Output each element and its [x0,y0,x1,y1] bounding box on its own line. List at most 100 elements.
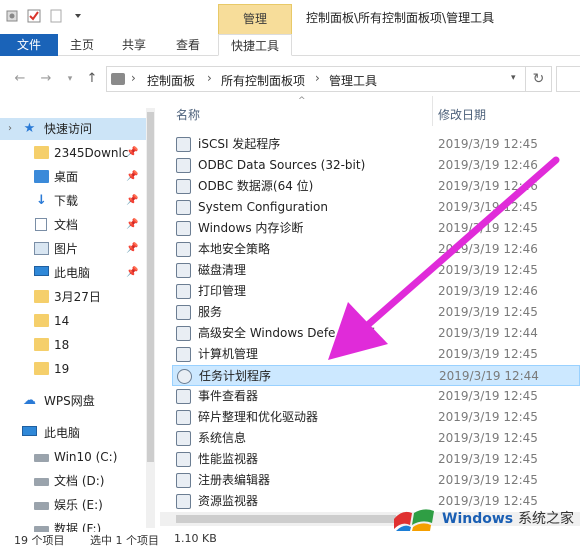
tab-view[interactable]: 查看 [160,34,216,56]
nav-item-18[interactable]: 18 [0,334,150,356]
download-icon: ↓ [36,193,47,208]
watermark-brand: Windows [442,511,514,527]
file-name: System Configuration [198,200,328,214]
computer-icon [34,266,49,276]
context-tab-manage[interactable]: 管理 [218,4,292,34]
nav-item-drive-e[interactable]: 娱乐 (E:) [0,494,150,516]
windows-logo-icon [394,509,434,531]
file-date: 2019/3/19 12:45 [438,410,538,424]
column-header-name[interactable]: 名称 [176,106,200,123]
list-item[interactable]: 本地安全策略 2019/3/19 12:46 [172,239,580,260]
nav-scrollbar-thumb[interactable] [147,112,154,462]
sort-ascending-icon[interactable]: ^ [298,96,306,106]
nav-item-label: 娱乐 (E:) [54,498,103,512]
search-input[interactable] [556,66,580,92]
nav-item-quick-access[interactable]: › ★ 快速访问 [0,118,150,140]
new-folder-icon[interactable] [48,8,64,24]
nav-item-drive-d[interactable]: 文档 (D:) [0,470,150,492]
refresh-icon[interactable]: ↻ [526,66,552,92]
breadcrumb-separator-icon[interactable]: › [207,71,212,85]
list-item[interactable]: iSCSI 发起程序 2019/3/19 12:45 [172,134,580,155]
pin-icon[interactable]: 📌 [126,238,138,260]
breadcrumb-separator-icon[interactable]: › [315,71,320,85]
nav-item-pictures[interactable]: 图片 📌 [0,238,150,260]
column-divider[interactable] [432,96,433,126]
tab-shortcut-tools[interactable]: 快捷工具 [218,34,292,56]
horizontal-scrollbar-thumb[interactable] [176,515,396,523]
tab-home[interactable]: 主页 [58,34,106,56]
nav-item-14[interactable]: 14 [0,310,150,332]
list-item-selected[interactable]: 任务计划程序 2019/3/19 12:44 [172,365,580,386]
breadcrumb-all-items[interactable]: 所有控制面板项 [221,72,305,89]
list-item[interactable]: 磁盘清理 2019/3/19 12:45 [172,260,580,281]
nav-item-19[interactable]: 19 [0,358,150,380]
column-header-date[interactable]: 修改日期 [438,106,486,123]
pin-icon[interactable]: 📌 [126,214,138,236]
list-item[interactable]: 注册表编辑器 2019/3/19 12:45 [172,470,580,491]
print-management-icon [176,284,191,299]
desktop-folder-icon [34,170,49,183]
nav-item-2345download[interactable]: 2345Downlc 📌 [0,142,150,164]
back-arrow-icon[interactable]: ← [12,70,28,88]
pin-icon[interactable]: 📌 [126,262,138,284]
up-arrow-icon[interactable]: ↑ [84,70,100,88]
watermark-text: Windows 系统之家 [442,508,574,528]
customize-toolbar-icon[interactable] [70,8,86,24]
nav-item-drive-f[interactable]: 数据 (F:) [0,518,150,532]
nav-item-this-pc[interactable]: 此电脑 [0,422,150,444]
breadcrumb-separator-icon[interactable]: › [131,71,136,85]
nav-item-downloads[interactable]: ↓ 下载 📌 [0,190,150,212]
nav-item-wps-cloud[interactable]: ☁ WPS网盘 [0,390,150,412]
list-item[interactable]: 碎片整理和优化驱动器 2019/3/19 12:45 [172,407,580,428]
nav-item-label: 文档 [54,218,79,232]
registry-editor-icon [176,473,191,488]
list-item[interactable]: 系统信息 2019/3/19 12:45 [172,428,580,449]
list-item[interactable]: 计算机管理 2019/3/19 12:45 [172,344,580,365]
file-name: ODBC Data Sources (32-bit) [198,158,366,172]
list-item[interactable]: 打印管理 2019/3/19 12:46 [172,281,580,302]
expand-chevron-icon[interactable]: › [8,118,12,140]
list-item[interactable]: ODBC Data Sources (32-bit) 2019/3/19 12:… [172,155,580,176]
window-title: 控制面板\所有控制面板项\管理工具 [306,11,495,25]
list-item[interactable]: 服务 2019/3/19 12:45 [172,302,580,323]
breadcrumb-admin-tools[interactable]: 管理工具 [329,72,377,89]
address-dropdown-icon[interactable]: ▾ [511,73,516,83]
nav-item-label: 14 [54,314,70,328]
disk-cleanup-icon [176,263,191,278]
nav-item-drive-c[interactable]: Win10 (C:) [0,446,150,468]
firewall-icon [176,326,191,341]
list-item[interactable]: 事件查看器 2019/3/19 12:45 [172,386,580,407]
file-name: 性能监视器 [198,452,259,466]
forward-arrow-icon[interactable]: → [38,70,54,88]
nav-item-march27[interactable]: 3月27日 [0,286,150,308]
list-item[interactable]: Windows 内存诊断 2019/3/19 12:45 [172,218,580,239]
file-name: 磁盘清理 [198,263,247,277]
nav-item-documents[interactable]: 文档 📌 [0,214,150,236]
pin-icon[interactable]: 📌 [126,190,138,212]
list-item[interactable]: 高级安全 Windows Defe 防火墙 2019/3/19 12:44 [172,323,580,344]
checkmark-icon[interactable] [26,8,42,24]
tab-file[interactable]: 文件 [0,34,58,56]
list-item[interactable]: 性能监视器 2019/3/19 12:45 [172,449,580,470]
file-date: 2019/3/19 12:45 [438,347,538,361]
defrag-icon [176,410,191,425]
pin-icon[interactable]: 📌 [126,166,138,188]
properties-icon[interactable] [4,8,20,24]
nav-item-desktop[interactable]: 桌面 📌 [0,166,150,188]
list-item[interactable]: System Configuration 2019/3/19 12:45 [172,197,580,218]
document-icon [35,218,47,231]
list-item[interactable]: ODBC 数据源(64 位) 2019/3/19 12:46 [172,176,580,197]
address-bar[interactable]: › 控制面板 › 所有控制面板项 › 管理工具 ▾ [106,66,526,92]
breadcrumb-control-panel[interactable]: 控制面板 [147,72,195,89]
recent-locations-chevron-icon[interactable]: ▾ [62,70,78,88]
file-date: 2019/3/19 12:45 [438,431,538,445]
item-count: 19 个项目 [14,534,65,546]
navigation-pane: › ★ 快速访问 2345Downlc 📌 桌面 📌 ↓ 下载 📌 文档 📌 图… [0,108,158,532]
nav-item-this-pc-pinned[interactable]: 此电脑 📌 [0,262,150,284]
address-row: ← → ▾ ↑ › 控制面板 › 所有控制面板项 › 管理工具 ▾ ↻ [0,62,580,96]
pin-icon[interactable]: 📌 [126,142,138,164]
tab-share[interactable]: 共享 [108,34,160,56]
nav-scrollbar[interactable] [146,108,155,528]
computer-management-icon [176,347,191,362]
title-bar: 管理 控制面板\所有控制面板项\管理工具 [0,0,580,34]
